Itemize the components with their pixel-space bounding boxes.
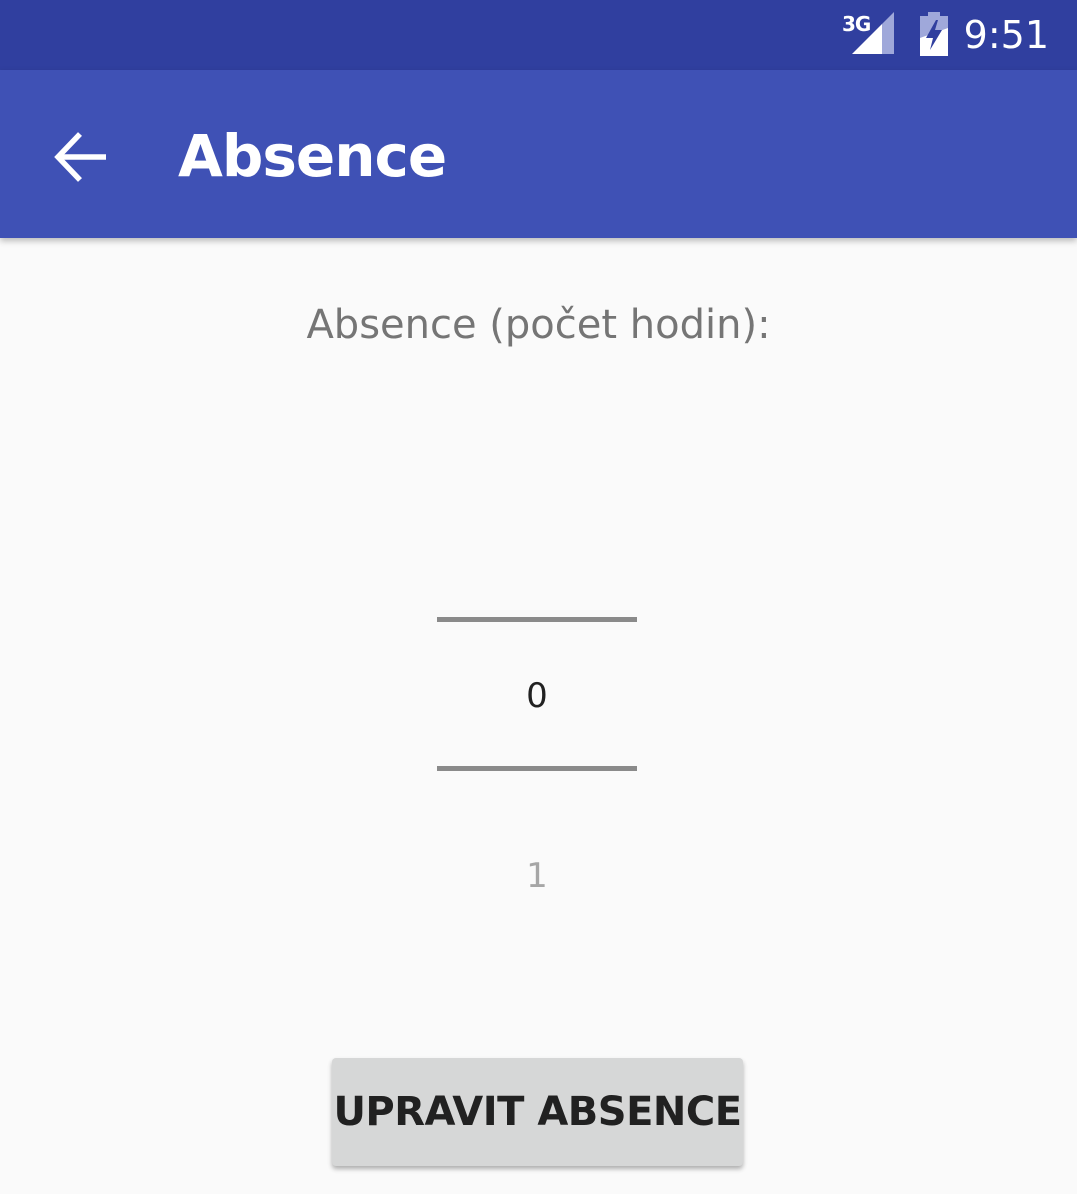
status-clock: 9:51 [963, 13, 1049, 57]
picker-divider-top [437, 617, 637, 622]
cellular-signal-icon [852, 12, 894, 54]
absence-hours-label: Absence (počet hodin): [306, 302, 771, 348]
picker-next-value[interactable]: 1 [437, 856, 637, 896]
page-title: Absence [178, 122, 447, 190]
number-picker[interactable]: 0 1 [437, 520, 637, 940]
battery-charging-icon [920, 12, 948, 56]
arrow-back-icon[interactable] [50, 126, 112, 188]
update-absence-button[interactable]: UPRAVIT ABSENCE [332, 1058, 743, 1166]
picker-divider-bottom [437, 766, 637, 771]
status-bar: 3G 9:51 [0, 0, 1077, 70]
app-bar: Absence [0, 70, 1077, 238]
picker-selected-value[interactable]: 0 [437, 676, 637, 716]
